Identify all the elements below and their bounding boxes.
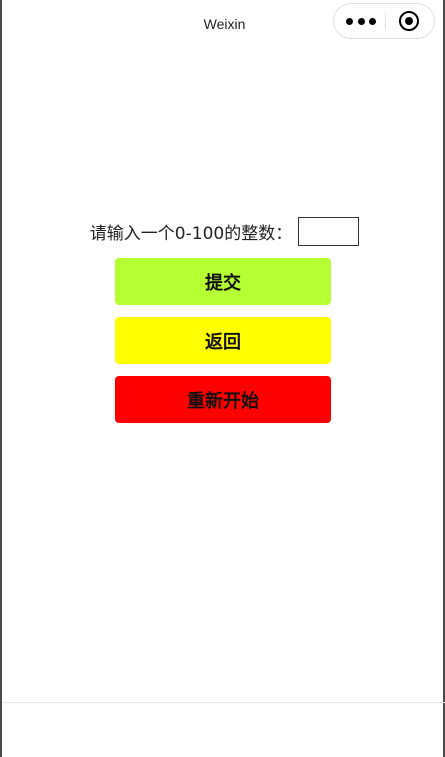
mini-program-capsule: [333, 3, 435, 39]
dot: [369, 17, 376, 25]
number-input[interactable]: [298, 217, 360, 246]
more-dots-icon[interactable]: [346, 4, 376, 38]
submit-button[interactable]: 提交: [115, 258, 331, 305]
capsule-divider: [385, 13, 386, 30]
restart-button[interactable]: 重新开始: [115, 376, 331, 423]
target-circle-icon[interactable]: [399, 11, 419, 31]
phone-frame: Weixin 请输入一个0-100的整数： 提交 返回 重新开始: [0, 0, 445, 757]
dot: [346, 17, 353, 25]
back-button[interactable]: 返回: [115, 317, 331, 364]
bottom-divider: [2, 702, 445, 703]
prompt-label: 请输入一个0-100的整数：: [89, 224, 293, 244]
number-prompt-row: 请输入一个0-100的整数：: [2, 217, 445, 246]
dot: [357, 17, 365, 25]
